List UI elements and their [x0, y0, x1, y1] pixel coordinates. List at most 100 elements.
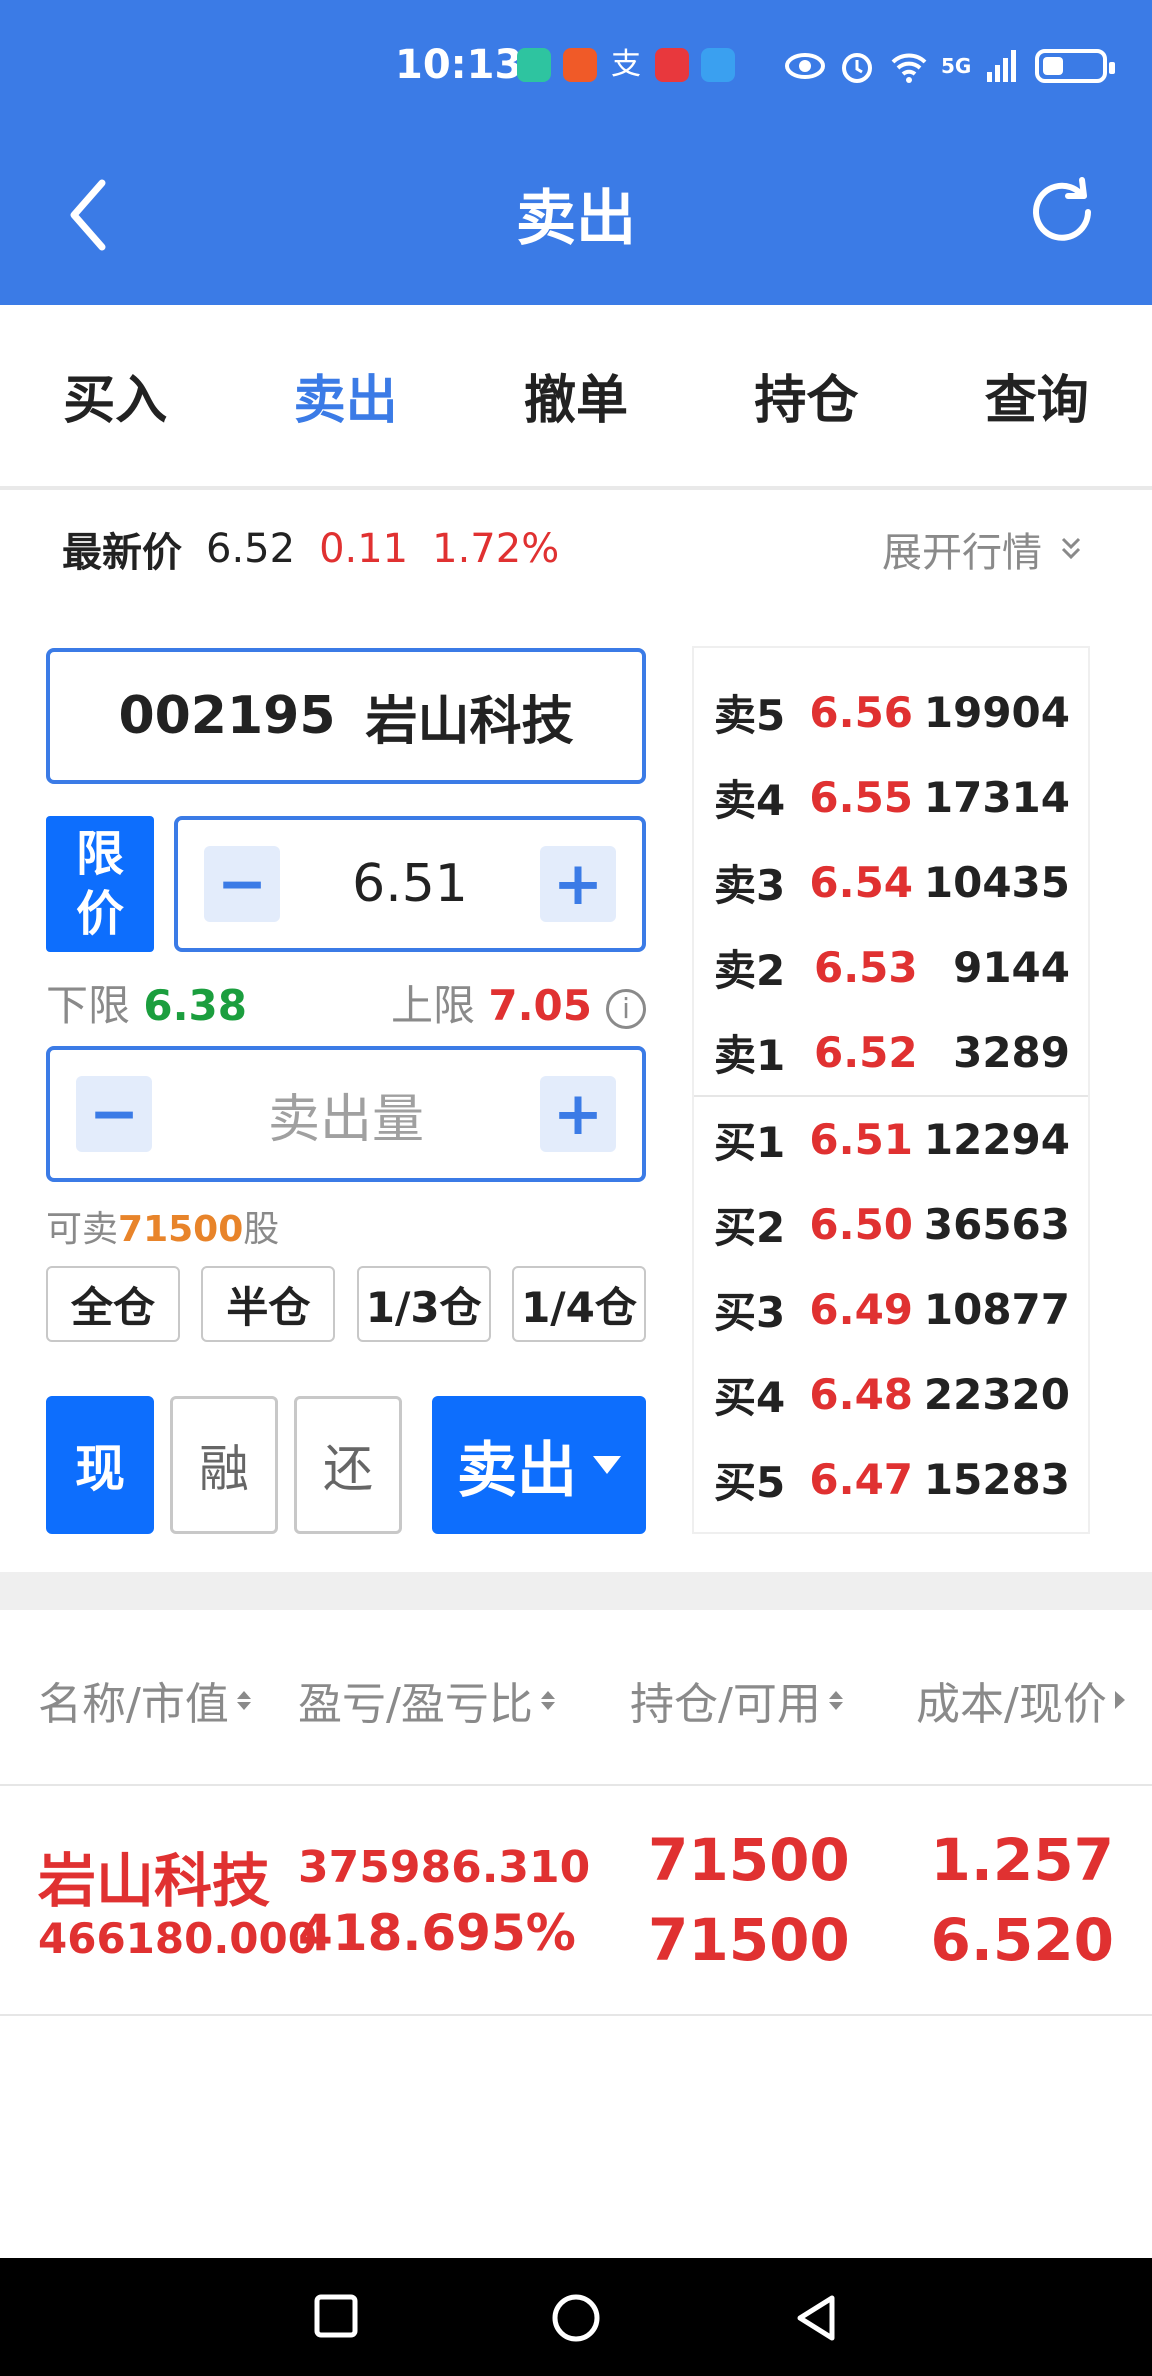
position-market-value: 466180.000 — [38, 1914, 317, 1963]
position-ratio-buttons: 全仓 半仓 1/3仓 1/4仓 — [46, 1266, 646, 1342]
dropdown-triangle-icon[interactable] — [593, 1456, 621, 1474]
price-type-button[interactable]: 限价 — [46, 816, 154, 952]
ask-level-label: 卖2 — [714, 946, 786, 995]
order-book: 卖5 6.56 19904 卖4 6.55 17314 卖3 6.54 10435 卖2 6.53 9… — [692, 646, 1090, 1534]
tab-sell[interactable]: 卖出 — [294, 358, 398, 433]
ask-price: 6.56 — [809, 688, 914, 737]
back-triangle-icon[interactable] — [792, 2292, 840, 2344]
system-nav-bar — [0, 2258, 1152, 2376]
ask-price: 6.54 — [809, 858, 914, 907]
ask-price: 6.55 — [809, 773, 914, 822]
bid-row[interactable]: 买5 6.47 15283 — [694, 1437, 1088, 1522]
ask-row[interactable]: 卖4 6.55 17314 — [694, 755, 1088, 840]
price-type-label: 限价 — [75, 826, 124, 942]
header-pnl[interactable]: 盈亏/盈亏比 — [298, 1668, 555, 1732]
tab-query[interactable]: 查询 — [985, 358, 1089, 433]
home-circle-icon[interactable] — [550, 2292, 602, 2344]
header-holding[interactable]: 持仓/可用 — [630, 1668, 843, 1732]
red-app-icon — [655, 48, 689, 82]
ask-volume: 17314 — [923, 773, 1070, 822]
scroll-right-icon — [1114, 1691, 1125, 1709]
quantity-decrease-button[interactable]: − — [76, 1076, 152, 1152]
ratio-half-button[interactable]: 半仓 — [201, 1266, 336, 1342]
recents-square-icon[interactable] — [312, 2292, 360, 2340]
flag-app-icon — [563, 48, 597, 82]
type-margin-button[interactable]: 融 — [170, 1396, 278, 1534]
ask-volume: 10435 — [923, 858, 1070, 907]
positions-header: 名称/市值 盈亏/盈亏比 持仓/可用 成本/现价 — [0, 1610, 1152, 1786]
system-status: 5G — [785, 46, 1116, 86]
bid-volume: 36563 — [923, 1200, 1070, 1249]
wifi-icon — [891, 53, 927, 83]
ask-volume: 19904 — [923, 688, 1070, 737]
ask-row[interactable]: 卖3 6.54 10435 — [694, 840, 1088, 925]
network-type: 5G — [941, 54, 972, 78]
eye-icon — [785, 53, 825, 79]
quantity-increase-button[interactable]: + — [539, 1076, 616, 1152]
bid-row[interactable]: 买4 6.48 22320 — [694, 1352, 1088, 1437]
sort-icon — [236, 1690, 251, 1710]
sell-submit-label: 卖出 — [457, 1435, 577, 1506]
bid-price: 6.47 — [809, 1455, 914, 1504]
stock-selector[interactable]: 002195 岩山科技 — [46, 648, 646, 784]
price-stepper: − 6.51 + — [174, 816, 646, 952]
header-name-value[interactable]: 名称/市值 — [38, 1668, 251, 1732]
battery-icon — [1035, 49, 1116, 83]
latest-price-bar: 最新价 6.52 0.11 1.72% — [62, 520, 559, 578]
bid-price: 6.50 — [809, 1200, 914, 1249]
price-increase-button[interactable]: + — [540, 846, 616, 922]
ratio-full-button[interactable]: 全仓 — [46, 1266, 180, 1342]
lower-limit-value: 6.38 — [143, 981, 248, 1030]
table-row[interactable]: 岩山科技 466180.000 375986.310 418.695% 7150… — [0, 1786, 1152, 2016]
position-pnl: 375986.310 — [298, 1842, 591, 1893]
tab-buy[interactable]: 买入 — [63, 358, 167, 433]
bid-volume: 12294 — [923, 1115, 1070, 1164]
price-change: 0.11 — [319, 526, 409, 572]
ask-volume: 9144 — [953, 943, 1070, 992]
bid-volume: 22320 — [923, 1370, 1070, 1419]
bid-level-label: 买4 — [714, 1373, 786, 1422]
quantity-input[interactable]: 卖出量 — [268, 1077, 424, 1152]
header-pnl-label: 盈亏/盈亏比 — [298, 1679, 533, 1730]
ask-volume: 3289 — [953, 1028, 1070, 1077]
trade-tabs: 买入 卖出 撤单 持仓 查询 — [0, 305, 1152, 490]
bid-row[interactable]: 买3 6.49 10877 — [694, 1267, 1088, 1352]
info-icon[interactable]: i — [606, 988, 646, 1029]
header-cost-label: 成本/现价 — [916, 1679, 1107, 1730]
latest-price: 6.52 — [206, 526, 296, 572]
bid-level-label: 买3 — [714, 1288, 786, 1337]
shield-app-icon — [517, 48, 551, 82]
double-chevron-down-icon — [1061, 537, 1081, 560]
position-pnl-pct: 418.695% — [298, 1904, 576, 1962]
ask-level-label: 卖5 — [714, 691, 786, 740]
expand-quotes-button[interactable]: 展开行情 — [882, 520, 1082, 578]
price-input[interactable]: 6.51 — [352, 854, 468, 914]
tab-holdings[interactable]: 持仓 — [754, 358, 858, 433]
ask-row[interactable]: 卖2 6.53 9144 — [694, 925, 1088, 1010]
stock-name: 岩山科技 — [365, 691, 574, 752]
position-name: 岩山科技 — [38, 1847, 271, 1915]
status-bar: 10:13 支 5G — [0, 40, 1152, 100]
ratio-quarter-button[interactable]: 1/4仓 — [511, 1266, 646, 1342]
alipay-icon: 支 — [611, 47, 641, 82]
bid-row[interactable]: 买2 6.50 36563 — [694, 1182, 1088, 1267]
bid-row[interactable]: 买1 6.51 12294 — [694, 1097, 1088, 1182]
header-cost[interactable]: 成本/现价 — [916, 1668, 1125, 1732]
type-repay-button[interactable]: 还 — [294, 1396, 402, 1534]
ask-level-label: 卖4 — [714, 776, 786, 825]
price-decrease-button[interactable]: − — [204, 846, 280, 922]
bid-price: 6.49 — [809, 1285, 914, 1334]
stock-code: 002195 — [118, 686, 336, 746]
type-cash-button[interactable]: 现 — [46, 1396, 154, 1534]
sort-icon — [828, 1690, 843, 1710]
ask-row[interactable]: 卖1 6.52 3289 — [694, 1010, 1088, 1095]
tab-cancel[interactable]: 撤单 — [524, 358, 628, 433]
sell-submit-button[interactable]: 卖出 — [432, 1396, 646, 1534]
ratio-third-button[interactable]: 1/3仓 — [356, 1266, 491, 1342]
nav-bar: 卖出 — [0, 160, 1152, 270]
position-holding: 71500 — [648, 1826, 850, 1894]
ask-row[interactable]: 卖5 6.56 19904 — [694, 670, 1088, 755]
ask-price: 6.52 — [814, 1028, 918, 1077]
position-current-price: 6.520 — [930, 1906, 1114, 1974]
refresh-icon[interactable] — [1022, 172, 1102, 252]
